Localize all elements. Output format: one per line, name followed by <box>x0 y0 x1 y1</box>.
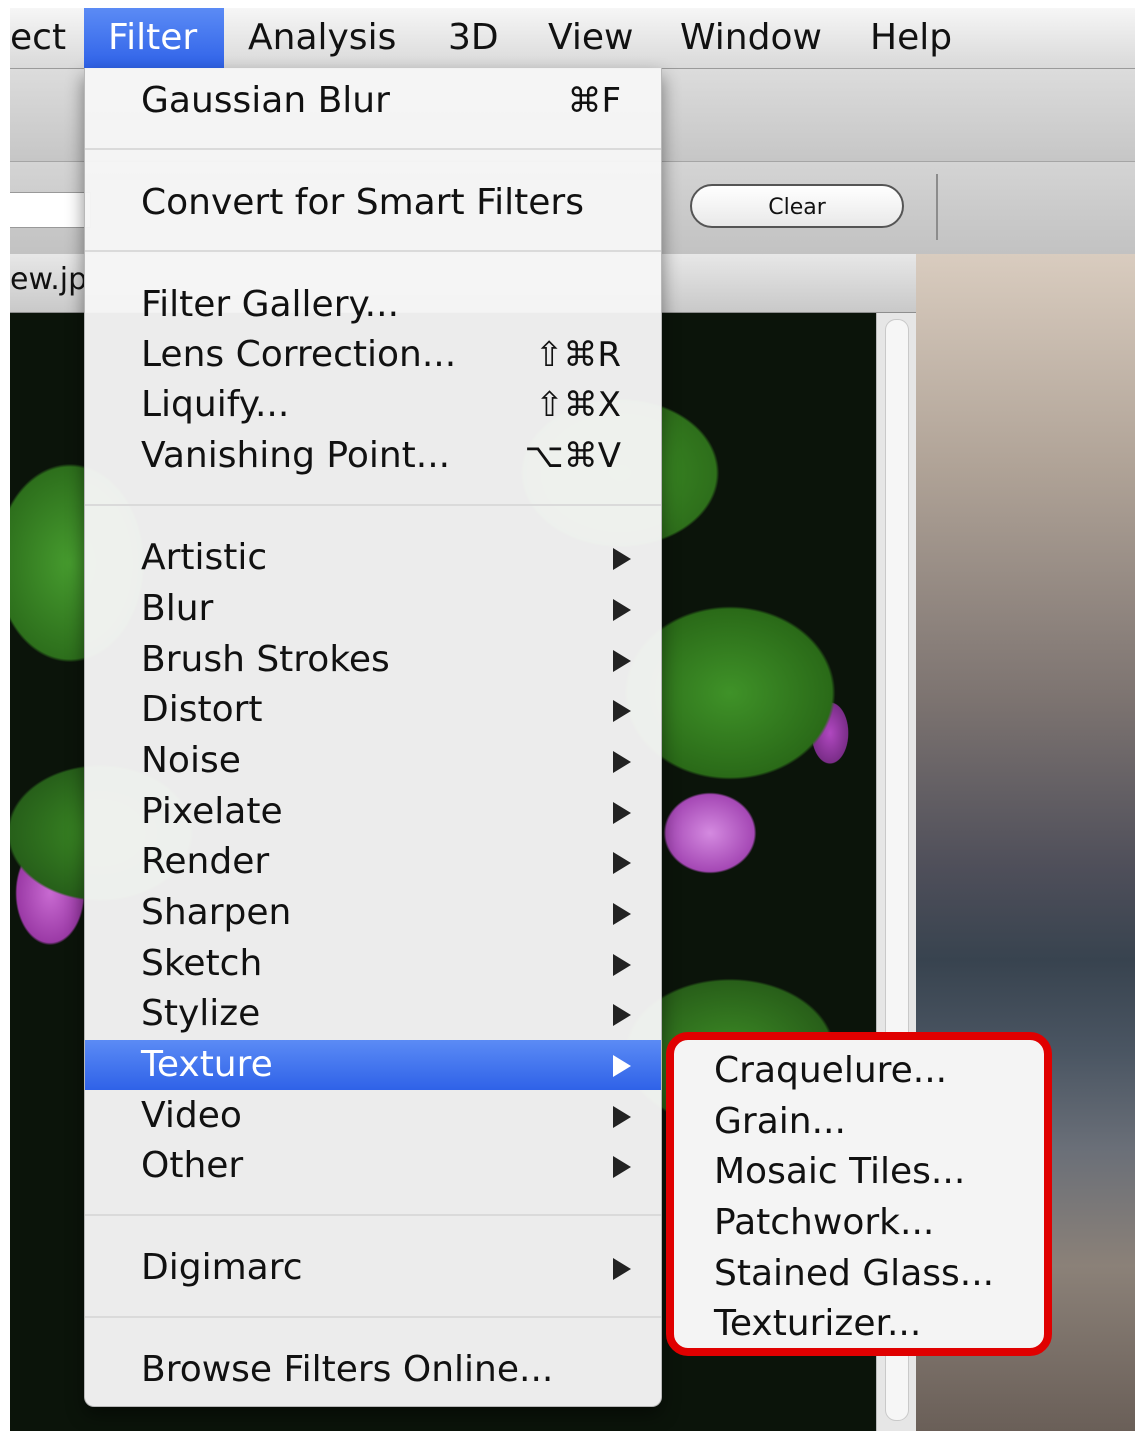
menu-item-filter-gallery[interactable]: Filter Gallery... <box>85 280 661 330</box>
menu-effect[interactable]: ect <box>10 8 90 68</box>
menu-separator <box>85 250 661 252</box>
menu-item-label: Artistic <box>141 537 268 578</box>
menu-item-video[interactable]: Video <box>85 1091 661 1141</box>
menu-bar: ect Filter Analysis 3D View Window Help <box>10 8 1135 69</box>
menu-separator <box>85 1214 661 1216</box>
submenu-arrow-icon <box>613 751 631 773</box>
menu-item-label: Blur <box>141 588 214 629</box>
menu-separator <box>85 148 661 150</box>
submenu-arrow-icon <box>613 650 631 672</box>
menu-item-other[interactable]: Other <box>85 1141 661 1191</box>
menu-item-label: Video <box>141 1095 242 1136</box>
menu-item-liquify[interactable]: Liquify... ⇧⌘X <box>85 380 661 430</box>
menu-item-label: Lens Correction... <box>141 334 457 375</box>
shortcut-label: ⇧⌘R <box>534 335 621 375</box>
menu-item-distort[interactable]: Distort <box>85 685 661 735</box>
menu-item-label: Stylize <box>141 993 261 1034</box>
submenu-item-texturizer[interactable]: Texturizer... <box>714 1299 921 1349</box>
menu-separator <box>85 1316 661 1318</box>
menu-item-brush-strokes[interactable]: Brush Strokes <box>85 635 661 685</box>
menu-separator <box>85 504 661 506</box>
menu-3d[interactable]: 3D <box>424 8 523 68</box>
menu-item-browse-filters-online[interactable]: Browse Filters Online... <box>85 1345 661 1395</box>
submenu-arrow-icon <box>613 599 631 621</box>
menu-item-label: Filter Gallery... <box>141 284 400 325</box>
menu-item-label: Noise <box>141 740 241 781</box>
menu-item-label: Brush Strokes <box>141 639 390 680</box>
filter-menu: Gaussian Blur ⌘F Convert for Smart Filte… <box>84 68 662 1407</box>
menu-item-label: Render <box>141 841 270 882</box>
menu-item-sketch[interactable]: Sketch <box>85 939 661 989</box>
menu-item-render[interactable]: Render <box>85 837 661 887</box>
texture-submenu: Craquelure... Grain... Mosaic Tiles... P… <box>666 1032 1052 1356</box>
submenu-item-stained-glass[interactable]: Stained Glass... <box>714 1249 994 1299</box>
menu-item-texture[interactable]: Texture <box>85 1040 661 1090</box>
app-window: ect Filter Analysis 3D View Window Help … <box>10 8 1135 1431</box>
submenu-arrow-icon <box>613 700 631 722</box>
submenu-item-mosaic-tiles[interactable]: Mosaic Tiles... <box>714 1147 965 1197</box>
menu-item-label: Vanishing Point... <box>141 435 451 476</box>
submenu-arrow-icon <box>613 548 631 570</box>
menu-help[interactable]: Help <box>846 8 976 68</box>
menu-item-stylize[interactable]: Stylize <box>85 989 661 1039</box>
menu-item-label: Sketch <box>141 943 263 984</box>
menu-item-sharpen[interactable]: Sharpen <box>85 888 661 938</box>
toolbar-divider <box>936 174 938 240</box>
submenu-item-patchwork[interactable]: Patchwork... <box>714 1198 934 1248</box>
shortcut-label: ⌥⌘V <box>524 436 621 476</box>
menu-filter[interactable]: Filter <box>84 8 224 68</box>
menu-item-pixelate[interactable]: Pixelate <box>85 787 661 837</box>
shortcut-label: ⌘F <box>567 81 621 121</box>
submenu-arrow-icon <box>613 802 631 824</box>
menu-item-label: Convert for Smart Filters <box>141 182 584 223</box>
clear-button[interactable]: Clear <box>690 184 904 228</box>
menu-item-label: Texture <box>141 1044 273 1085</box>
options-input[interactable] <box>10 192 91 228</box>
submenu-arrow-icon <box>613 903 631 925</box>
menu-item-noise[interactable]: Noise <box>85 736 661 786</box>
shortcut-label: ⇧⌘X <box>535 385 621 425</box>
menu-item-label: Digimarc <box>141 1247 303 1288</box>
submenu-arrow-icon <box>613 1156 631 1178</box>
menu-item-digimarc[interactable]: Digimarc <box>85 1243 661 1293</box>
submenu-item-craquelure[interactable]: Craquelure... <box>714 1046 947 1096</box>
submenu-arrow-icon <box>613 1106 631 1128</box>
menu-window[interactable]: Window <box>656 8 846 68</box>
menu-item-label: Pixelate <box>141 791 283 832</box>
menu-item-label: Liquify... <box>141 384 290 425</box>
menu-item-label: Sharpen <box>141 892 292 933</box>
menu-item-artistic[interactable]: Artistic <box>85 533 661 583</box>
menu-item-label: Browse Filters Online... <box>141 1349 554 1390</box>
menu-item-lens-correction[interactable]: Lens Correction... ⇧⌘R <box>85 330 661 380</box>
submenu-arrow-icon <box>613 852 631 874</box>
menu-item-label: Distort <box>141 689 263 730</box>
submenu-arrow-icon <box>613 1004 631 1026</box>
menu-item-vanishing-point[interactable]: Vanishing Point... ⌥⌘V <box>85 431 661 481</box>
menu-item-label: Gaussian Blur <box>141 80 390 121</box>
submenu-arrow-icon <box>613 1055 631 1077</box>
submenu-arrow-icon <box>613 1258 631 1280</box>
menu-item-blur[interactable]: Blur <box>85 584 661 634</box>
menu-item-convert-smart-filters[interactable]: Convert for Smart Filters <box>85 178 661 228</box>
menu-item-label: Other <box>141 1145 244 1186</box>
submenu-arrow-icon <box>613 954 631 976</box>
submenu-item-grain[interactable]: Grain... <box>714 1097 846 1147</box>
menu-view[interactable]: View <box>524 8 657 68</box>
document-title: ew.jp <box>10 262 88 297</box>
menu-item-gaussian-blur[interactable]: Gaussian Blur ⌘F <box>85 76 661 126</box>
menu-analysis[interactable]: Analysis <box>224 8 420 68</box>
